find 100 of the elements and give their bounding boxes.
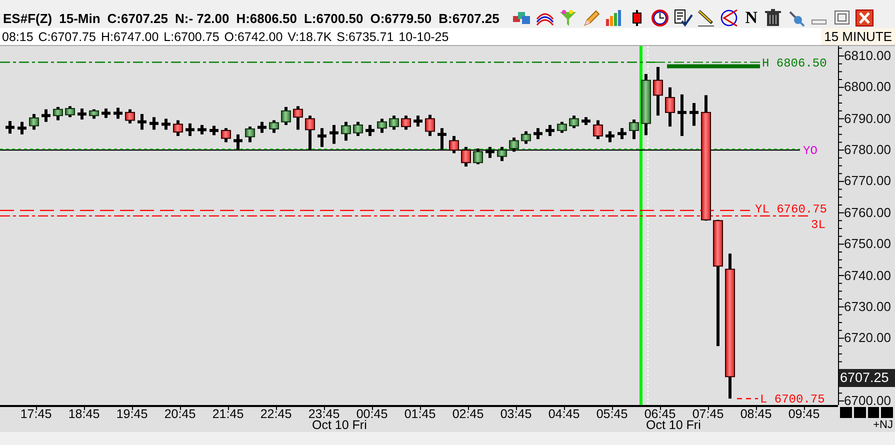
candlestick bbox=[221, 128, 231, 142]
quote-field: 15-Min bbox=[59, 10, 100, 26]
price-label: 6730.00 bbox=[844, 298, 891, 315]
candlestick bbox=[65, 106, 75, 118]
bar-info-field: S:6735.71 bbox=[336, 30, 394, 44]
clock-icon[interactable] bbox=[650, 9, 670, 27]
candlestick bbox=[29, 114, 39, 130]
candlestick bbox=[557, 122, 567, 133]
price-level-line bbox=[737, 398, 758, 400]
bar-info-field: 08:15 bbox=[2, 30, 34, 44]
candlestick bbox=[546, 125, 554, 136]
date-label: Oct 10 Fri bbox=[646, 419, 701, 432]
level-label: YL 6760.75 bbox=[755, 202, 828, 216]
candlestick bbox=[102, 108, 110, 118]
candlestick bbox=[186, 123, 194, 136]
price-label: 6720.00 bbox=[844, 330, 891, 346]
price-label: 6740.00 bbox=[844, 268, 891, 284]
time-label: 23:45 bbox=[307, 407, 340, 421]
candlestick bbox=[678, 94, 686, 136]
text-tool-button[interactable]: N bbox=[742, 8, 760, 28]
corner-label: +NJ bbox=[873, 419, 893, 431]
candlestick bbox=[593, 120, 603, 140]
bar-info-field: C:6707.75 bbox=[38, 30, 96, 44]
candlestick bbox=[305, 116, 315, 150]
candlestick bbox=[438, 128, 446, 150]
candlestick bbox=[569, 116, 579, 128]
candlestick bbox=[210, 126, 218, 136]
time-label: 21:45 bbox=[211, 407, 245, 421]
candlestick bbox=[629, 120, 639, 140]
candlestick bbox=[53, 106, 63, 120]
interval-label: 15 MINUTE bbox=[821, 28, 895, 45]
candlestick bbox=[653, 66, 663, 116]
quote-field: ES#F(Z) bbox=[3, 10, 52, 26]
time-label: 08:45 bbox=[739, 407, 773, 421]
candlestick bbox=[366, 125, 374, 136]
candlestick bbox=[318, 128, 326, 147]
candlestick bbox=[461, 146, 471, 167]
candlestick bbox=[414, 116, 422, 127]
candlestick bbox=[353, 122, 363, 136]
candlestick bbox=[473, 148, 483, 164]
price-label: 6790.00 bbox=[844, 110, 891, 127]
time-label: 02:45 bbox=[451, 407, 485, 421]
level-label: H 6806.50 bbox=[762, 56, 827, 70]
candlestick bbox=[150, 117, 158, 130]
candlestick bbox=[509, 138, 519, 152]
pencil-line-icon[interactable] bbox=[696, 9, 716, 27]
candlestick bbox=[534, 128, 542, 140]
level-label: L 6700.75 bbox=[760, 392, 825, 405]
candlestick bbox=[245, 126, 255, 142]
bar-info-field: 10-10-25 bbox=[398, 30, 449, 44]
candlestick bbox=[377, 118, 387, 133]
candlestick bbox=[18, 122, 26, 134]
angle-icon[interactable] bbox=[719, 9, 740, 27]
time-label: 18:45 bbox=[67, 407, 101, 421]
candlestick bbox=[78, 108, 86, 120]
candlestick bbox=[114, 108, 122, 119]
maximize-button[interactable] bbox=[832, 9, 852, 27]
close-button[interactable] bbox=[855, 9, 876, 27]
time-label: 00:45 bbox=[356, 407, 389, 421]
cubes-icon[interactable] bbox=[512, 9, 532, 27]
quote-field: N:- 72.00 bbox=[175, 10, 230, 26]
candlestick bbox=[234, 134, 242, 150]
candlestick bbox=[198, 125, 206, 134]
trash-icon[interactable] bbox=[763, 9, 784, 27]
candlestick bbox=[89, 109, 99, 119]
candlestick bbox=[138, 114, 146, 130]
price-label: 6800.00 bbox=[844, 79, 891, 96]
level-label: 3L bbox=[811, 218, 826, 232]
time-label: 01:45 bbox=[403, 407, 437, 421]
quote-field: B:6707.25 bbox=[438, 10, 500, 26]
candlestick bbox=[281, 106, 291, 125]
time-label: 07:45 bbox=[692, 407, 725, 421]
checklist-icon[interactable] bbox=[673, 9, 694, 27]
candlestick bbox=[6, 121, 14, 134]
candlestick bbox=[449, 136, 459, 154]
price-label: 6770.00 bbox=[844, 173, 891, 190]
candlestick bbox=[173, 120, 183, 136]
quote-field: O:6779.50 bbox=[370, 10, 432, 26]
candlestick bbox=[486, 146, 494, 158]
time-label: 09:45 bbox=[787, 407, 821, 421]
candlestick bbox=[125, 109, 135, 124]
time-label: 04:45 bbox=[547, 407, 581, 421]
candlestick bbox=[606, 131, 614, 142]
price-label: 6700.00 bbox=[844, 392, 891, 409]
candlestick bbox=[521, 131, 531, 144]
time-label: 20:45 bbox=[163, 407, 197, 421]
candlestick bbox=[690, 103, 698, 126]
candlestick bbox=[665, 87, 675, 127]
time-label: 03:45 bbox=[499, 407, 533, 421]
level-label: YO bbox=[803, 144, 818, 158]
quote-field: C:6707.25 bbox=[107, 10, 168, 26]
candlestick bbox=[582, 117, 590, 125]
pencil-icon[interactable] bbox=[581, 9, 602, 27]
candlestick bbox=[42, 109, 50, 122]
candlestick bbox=[341, 122, 351, 141]
candlestick bbox=[293, 106, 303, 130]
candlestick bbox=[497, 146, 507, 162]
status-blocks bbox=[840, 407, 893, 418]
price-label: 6750.00 bbox=[844, 236, 891, 252]
quote-field: L:6700.50 bbox=[304, 10, 364, 26]
